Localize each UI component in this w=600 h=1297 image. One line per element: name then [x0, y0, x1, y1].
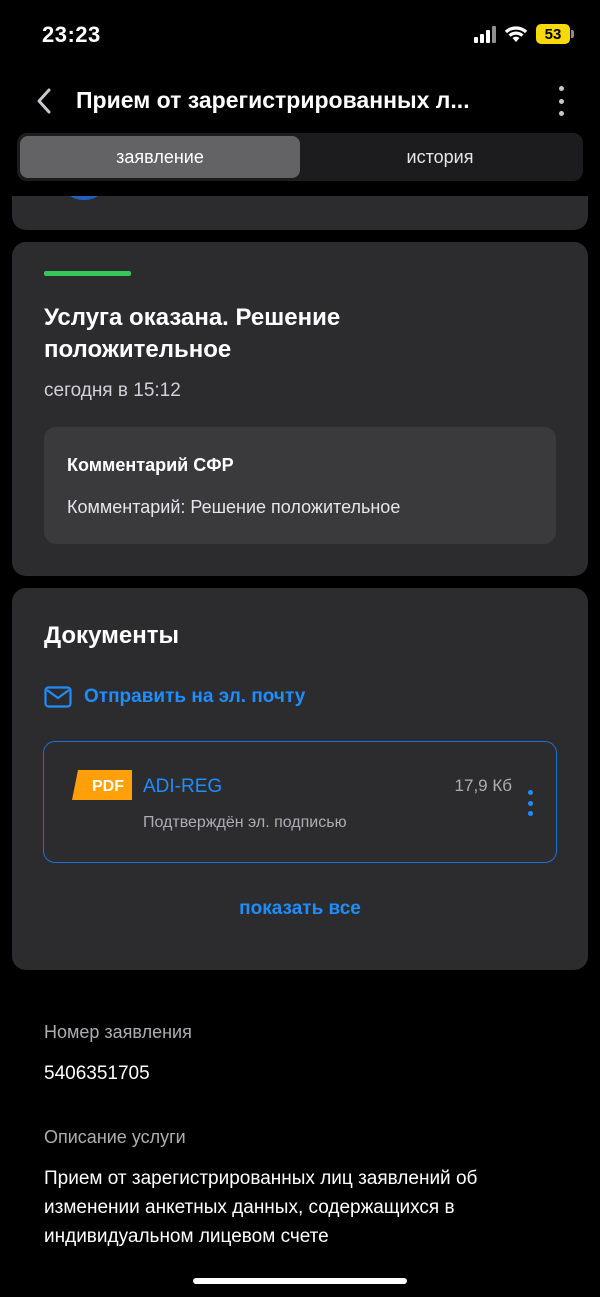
file-signature-status: Подтверждён эл. подписью	[143, 814, 347, 831]
status-circle-icon	[62, 196, 106, 200]
file-more-icon[interactable]	[526, 790, 534, 816]
application-number-label: Номер заявления	[44, 1022, 192, 1042]
signal-icon	[474, 25, 496, 43]
service-description-label: Описание услуги	[44, 1127, 186, 1147]
file-size: 17,9 Кб	[454, 776, 512, 795]
tab-history[interactable]: история	[300, 136, 580, 178]
page-title: Прием от зарегистрированных л...	[76, 87, 470, 113]
battery-level: 53	[536, 24, 570, 44]
tab-switcher: заявление история	[17, 133, 583, 181]
comment-box: Комментарий СФР Комментарий: Решение пол…	[44, 427, 556, 544]
battery-icon: 53	[536, 24, 574, 44]
documents-title: Документы	[44, 622, 179, 649]
more-vertical-icon[interactable]	[556, 86, 566, 116]
comment-title: Комментарий СФР	[67, 455, 234, 475]
application-number-value: 5406351705	[44, 1063, 150, 1084]
status-bar: 23:23 53	[0, 0, 600, 70]
status-card: Услуга оказана. Решение положительное се…	[12, 242, 588, 576]
home-indicator[interactable]	[193, 1278, 407, 1284]
previous-status-card	[12, 196, 588, 230]
svg-text:PDF: PDF	[92, 778, 124, 795]
file-item[interactable]: PDF ADI-REG 17,9 Кб Подтверждён эл. подп…	[43, 741, 557, 863]
wifi-icon	[504, 26, 528, 42]
status-timestamp: сегодня в 15:12	[44, 380, 181, 401]
status-time: 23:23	[42, 22, 101, 47]
status-title: Услуга оказана. Решение положительное	[44, 304, 341, 363]
status-icons: 53	[474, 24, 574, 44]
top-bar: Прием от зарегистрированных л...	[0, 78, 600, 124]
file-name[interactable]: ADI-REG	[143, 776, 222, 798]
mail-icon	[44, 686, 72, 708]
show-all-button[interactable]: показать все	[12, 898, 588, 920]
status-indicator	[44, 271, 131, 276]
service-description-value: Прием от зарегистрированных лиц заявлени…	[44, 1168, 478, 1247]
send-email-label: Отправить на эл. почту	[84, 686, 306, 707]
chevron-left-icon[interactable]	[30, 84, 60, 118]
documents-card: Документы Отправить на эл. почту PDF ADI…	[12, 588, 588, 970]
pdf-file-icon: PDF	[72, 770, 132, 800]
comment-text: Комментарий: Решение положительное	[67, 497, 401, 517]
send-email-link[interactable]: Отправить на эл. почту	[44, 686, 305, 708]
tab-application[interactable]: заявление	[20, 136, 300, 178]
